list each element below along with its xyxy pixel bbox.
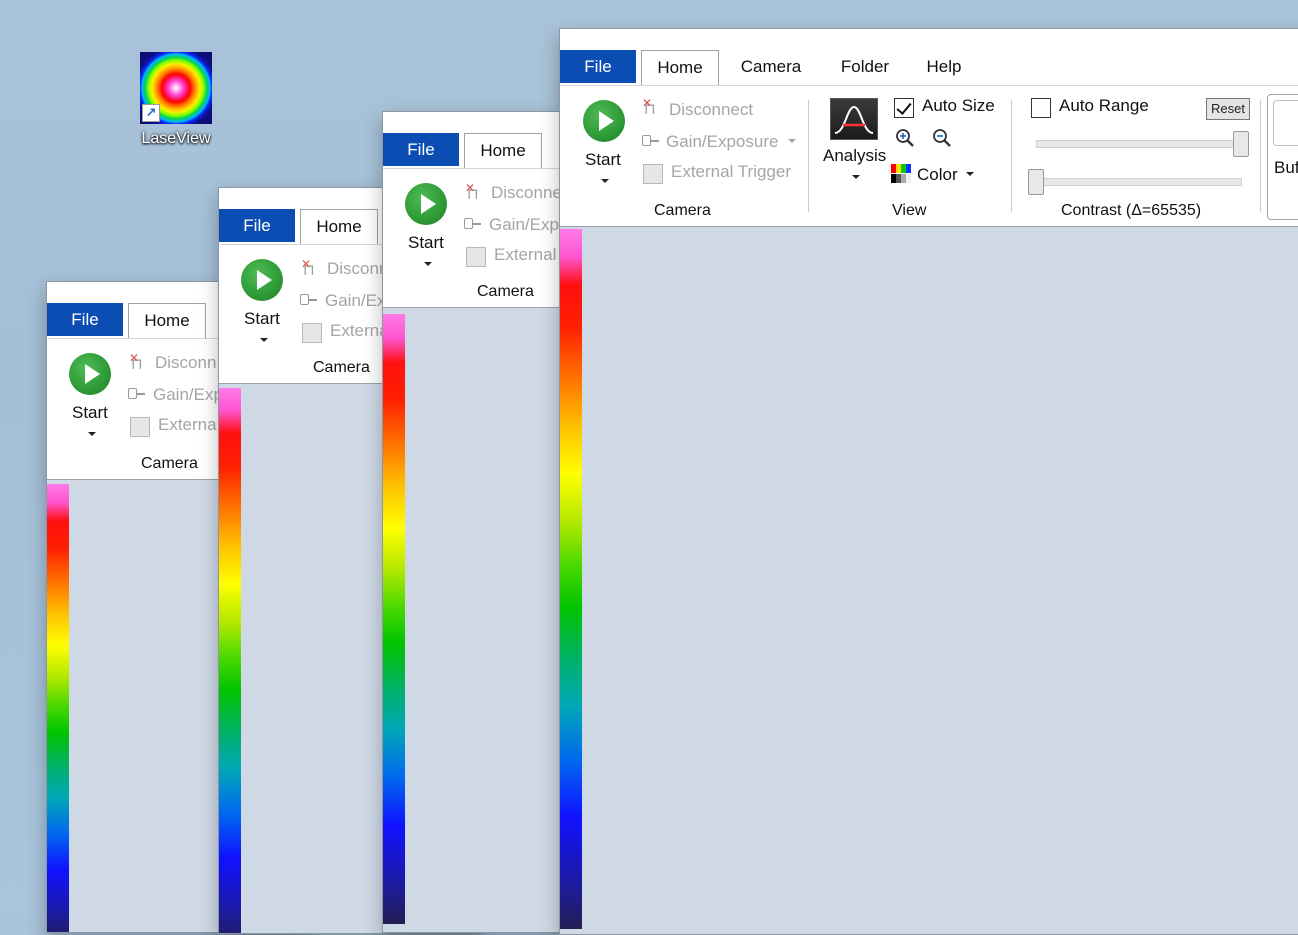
tab-file[interactable]: File xyxy=(47,303,123,336)
laseview-app-icon: ↗ xyxy=(140,52,212,124)
tab-help[interactable]: Help xyxy=(914,50,974,83)
color-scale-bar xyxy=(219,388,241,933)
color-scale-bar xyxy=(383,314,405,924)
external-trigger-checkbox[interactable] xyxy=(302,323,322,343)
start-dropdown-caret[interactable] xyxy=(88,432,96,436)
zoom-in-icon[interactable] xyxy=(895,128,915,148)
view-group-label: View xyxy=(892,202,927,219)
external-trigger-label: External xyxy=(494,245,557,264)
tab-home[interactable]: Home xyxy=(641,50,719,85)
contrast-max-slider[interactable] xyxy=(1036,140,1248,148)
title-bar[interactable]: L xyxy=(560,29,1298,49)
tab-home[interactable]: Home xyxy=(128,303,206,338)
disconnect-icon: ✕ ⊓ xyxy=(465,181,479,203)
analysis-icon[interactable] xyxy=(830,98,878,140)
camera-group-label: Camera xyxy=(141,455,198,472)
disconnect-button[interactable]: Disconn xyxy=(155,353,216,373)
laseview-desktop-icon[interactable]: ↗ LaseView xyxy=(132,52,220,148)
external-trigger-label: External Trigger xyxy=(671,162,791,181)
start-button[interactable]: Start xyxy=(72,403,108,423)
group-separator xyxy=(808,100,809,212)
group-separator xyxy=(1260,100,1261,212)
contrast-group-label: Contrast (Δ=65535) xyxy=(1061,202,1202,219)
disconnect-icon: ✕ ⊓ xyxy=(301,257,315,279)
color-palette-icon[interactable] xyxy=(891,164,913,184)
tab-home[interactable]: Home xyxy=(464,133,542,168)
reset-button[interactable]: Reset xyxy=(1206,98,1250,120)
shortcut-arrow-icon: ↗ xyxy=(142,104,160,122)
start-dropdown-caret[interactable] xyxy=(601,179,609,183)
auto-size-checkbox[interactable] xyxy=(894,98,914,118)
external-trigger-label: Externa xyxy=(158,415,217,434)
color-scale-bar xyxy=(560,229,582,929)
auto-range-label: Auto Range xyxy=(1059,96,1149,115)
tab-home[interactable]: Home xyxy=(300,209,378,244)
start-button[interactable]: Start xyxy=(408,233,444,253)
app-window-main[interactable]: L File Home Camera Folder Help Start ✕⊓ … xyxy=(559,28,1298,935)
contrast-min-slider[interactable] xyxy=(1036,178,1242,186)
external-trigger-checkbox[interactable] xyxy=(643,164,663,184)
external-trigger-checkbox[interactable] xyxy=(130,417,150,437)
external-trigger-label: Externa xyxy=(330,321,389,340)
disconnect-icon: ✕ ⊓ xyxy=(129,351,143,373)
color-dropdown-caret[interactable] xyxy=(966,172,974,176)
gain-icon xyxy=(128,388,145,399)
start-play-icon[interactable] xyxy=(405,183,447,225)
buffer-button[interactable]: Buf xyxy=(1274,158,1298,178)
start-dropdown-caret[interactable] xyxy=(424,262,432,266)
start-play-icon[interactable] xyxy=(583,100,625,142)
start-play-icon[interactable] xyxy=(69,353,111,395)
tab-file[interactable]: File xyxy=(219,209,295,242)
camera-group-label: Camera xyxy=(654,202,711,219)
tab-folder[interactable]: Folder xyxy=(824,50,906,83)
color-scale-bar xyxy=(47,484,69,932)
disconnect-icon: ✕ ⊓ xyxy=(642,96,656,118)
gain-icon xyxy=(300,294,317,305)
desktop-icon-label: LaseView xyxy=(141,130,211,147)
gain-exposure-button[interactable]: Gain/Exposure xyxy=(666,132,778,152)
gain-dropdown-caret[interactable] xyxy=(788,139,796,143)
start-button[interactable]: Start xyxy=(585,150,621,170)
disconnect-button[interactable]: Disconnect xyxy=(669,100,753,120)
disconnect-button[interactable]: Disconne xyxy=(491,183,562,203)
analysis-button[interactable]: Analysis xyxy=(823,146,886,166)
start-dropdown-caret[interactable] xyxy=(260,338,268,342)
gain-exposure-button[interactable]: Gain/Ex xyxy=(325,291,385,311)
contrast-min-thumb[interactable] xyxy=(1028,169,1044,195)
camera-group-label: Camera xyxy=(477,283,534,300)
auto-range-checkbox[interactable] xyxy=(1031,98,1051,118)
buffer-icon xyxy=(1273,100,1298,146)
camera-group-label: Camera xyxy=(313,359,370,376)
ribbon-tabs: File Home Camera Folder Help xyxy=(560,49,1298,85)
color-button[interactable]: Color xyxy=(917,165,958,185)
zoom-out-icon[interactable] xyxy=(932,128,952,148)
gain-exposure-button[interactable]: Gain/Exp xyxy=(489,215,559,235)
auto-size-label: Auto Size xyxy=(922,96,995,115)
tab-file[interactable]: File xyxy=(383,133,459,166)
start-play-icon[interactable] xyxy=(241,259,283,301)
tab-file[interactable]: File xyxy=(560,50,636,83)
gain-exposure-button[interactable]: Gain/Exp xyxy=(153,385,223,405)
analysis-dropdown-caret[interactable] xyxy=(852,175,860,179)
gain-icon xyxy=(642,135,659,146)
ribbon: Start ✕ ⊓ Disconnect Gain/Exposure Extern… xyxy=(560,85,1298,227)
tab-camera[interactable]: Camera xyxy=(728,50,814,83)
group-separator xyxy=(1011,100,1012,212)
gain-icon xyxy=(464,218,481,229)
contrast-max-thumb[interactable] xyxy=(1233,131,1249,157)
external-trigger-checkbox[interactable] xyxy=(466,247,486,267)
start-button[interactable]: Start xyxy=(244,309,280,329)
disconnect-button[interactable]: Disconn xyxy=(327,259,388,279)
